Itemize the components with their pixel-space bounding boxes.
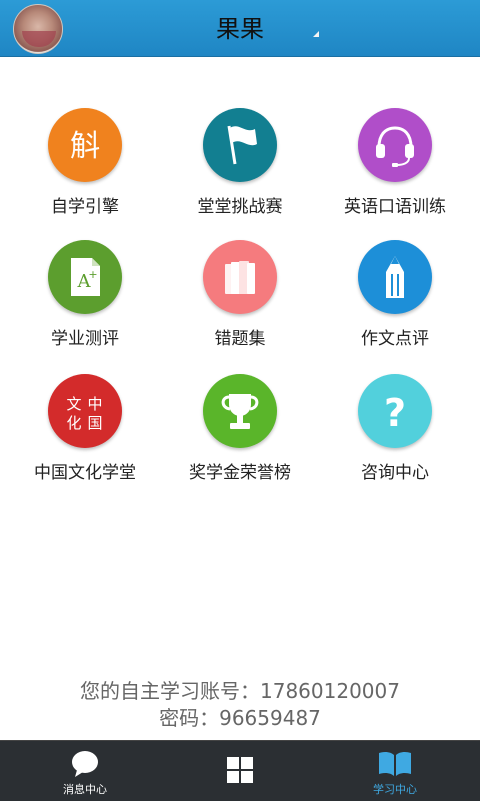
password-info: 密码：96659487 xyxy=(159,706,321,730)
grid-item-label: 堂堂挑战赛 xyxy=(197,197,283,217)
grid-icon xyxy=(227,757,253,783)
bottom-tab-bar: 消息中心 学习中心 xyxy=(0,740,480,801)
tab-home-grid[interactable] xyxy=(160,741,320,801)
trophy-icon xyxy=(203,374,277,448)
pencil-icon xyxy=(358,240,432,314)
grade-document-icon: A + xyxy=(48,240,122,314)
flag-icon xyxy=(203,108,277,182)
chinese-seal-icon: 文 中 化 国 xyxy=(48,374,122,448)
grid-item-label: 学业测评 xyxy=(51,329,119,349)
grid-item-label: 中国文化学堂 xyxy=(34,463,136,483)
feature-grid: 斛 自学引擎 堂堂挑战赛 英语口语训练 A + 学业测评 错题集 作文点评 文 … xyxy=(0,0,480,520)
open-book-icon xyxy=(379,751,411,776)
grid-item-label: 错题集 xyxy=(214,329,266,349)
svg-text:?: ? xyxy=(384,391,406,435)
tab-label: 学习中心 xyxy=(373,783,417,796)
tab-messages[interactable]: 消息中心 xyxy=(5,741,165,801)
svg-text:化: 化 xyxy=(66,414,81,432)
grid-item-label: 咨询中心 xyxy=(361,463,429,483)
chat-bubble-icon xyxy=(72,751,98,777)
svg-text:国: 国 xyxy=(87,414,102,432)
svg-text:中: 中 xyxy=(87,395,102,413)
tab-study-center[interactable]: 学习中心 xyxy=(315,741,475,801)
headset-icon xyxy=(358,108,432,182)
account-info: 您的自主学习账号：17860120007 xyxy=(80,679,400,703)
grid-item-label: 作文点评 xyxy=(361,329,429,349)
svg-text:斛: 斛 xyxy=(70,129,100,164)
svg-text:+: + xyxy=(88,268,97,281)
svg-text:文: 文 xyxy=(66,395,81,413)
tab-label: 消息中心 xyxy=(63,783,107,796)
question-icon: ? xyxy=(358,374,432,448)
self-study-icon: 斛 xyxy=(48,108,122,182)
grid-item-label: 自学引擎 xyxy=(51,197,119,217)
book-stack-icon xyxy=(203,240,277,314)
grid-item-label: 英语口语训练 xyxy=(344,197,446,217)
grid-item-label: 奖学金荣誉榜 xyxy=(189,463,291,483)
